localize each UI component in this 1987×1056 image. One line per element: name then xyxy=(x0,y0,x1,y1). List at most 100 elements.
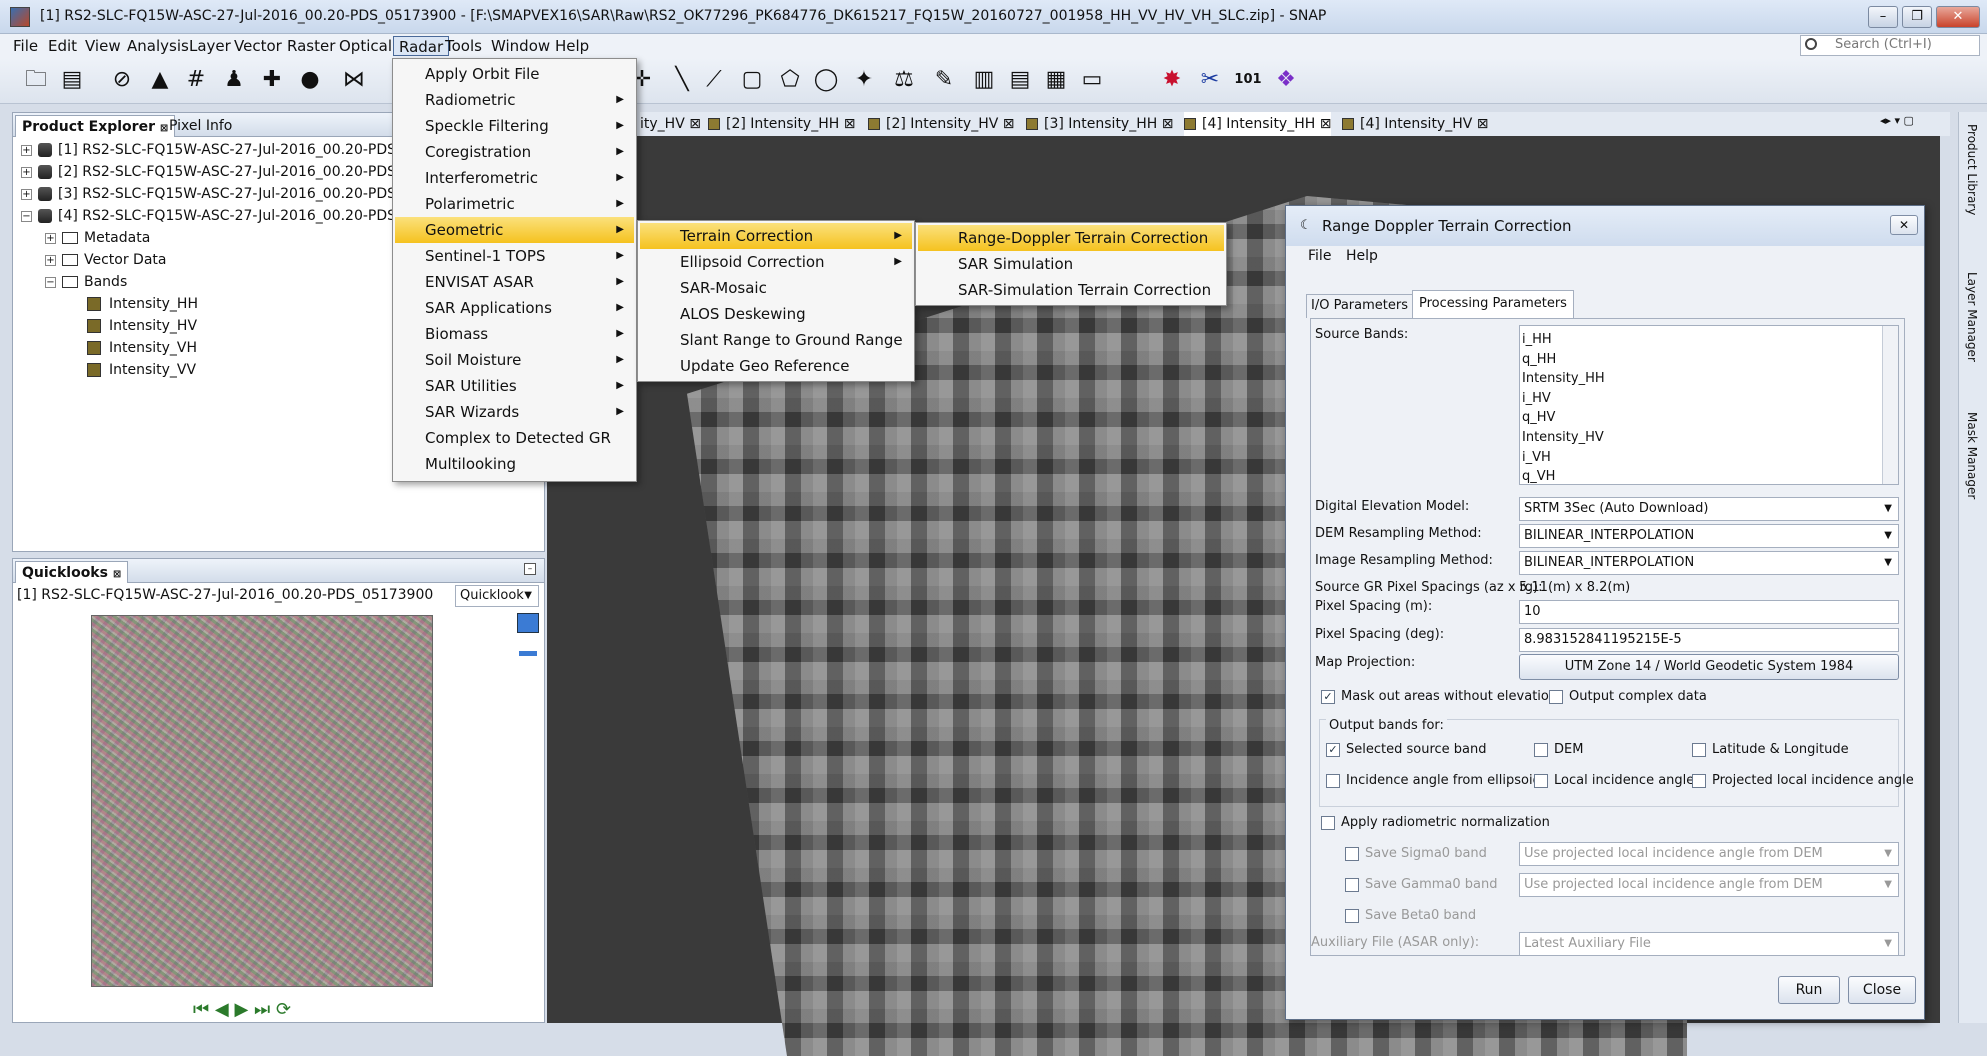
dem-checkbox[interactable]: DEM xyxy=(1534,742,1583,757)
side-tab-mask-manager[interactable]: Mask Manager xyxy=(1965,412,1979,499)
dialog-menu-file[interactable]: File xyxy=(1308,248,1331,264)
doc-tab-4-hh[interactable]: [4] Intensity_HH ⊠ xyxy=(1184,112,1332,136)
pin-icon[interactable]: ♟ xyxy=(220,66,248,94)
menu-vector[interactable]: Vector xyxy=(229,36,287,56)
tree-band-intensity-hv[interactable]: Intensity_HV xyxy=(87,315,197,337)
subset-icon[interactable]: ▲ xyxy=(146,66,174,94)
map-projection-button[interactable]: UTM Zone 14 / World Geodetic System 1984 xyxy=(1519,654,1899,680)
menu-tools[interactable]: Tools xyxy=(440,36,487,56)
list-item[interactable]: i_VH xyxy=(1522,448,1605,468)
apply-radiometric-checkbox[interactable]: Apply radiometric normalization xyxy=(1321,815,1550,830)
menu-envisat-asar[interactable]: ENVISAT ASAR ▶ xyxy=(395,269,634,295)
menu-complex-to-detected-gr[interactable]: Complex to Detected GR xyxy=(395,425,634,451)
maximize-button[interactable]: ❐ xyxy=(1902,6,1932,28)
menu-update-geo-reference[interactable]: Update Geo Reference xyxy=(640,353,912,379)
local-incidence-checkbox[interactable]: Local incidence angle xyxy=(1534,773,1694,788)
ellipse-tool-icon[interactable]: ◯ xyxy=(812,66,840,94)
menu-coregistration[interactable]: Coregistration ▶ xyxy=(395,139,634,165)
tab-quicklooks[interactable]: Quicklooks ⊠ xyxy=(15,561,129,583)
rectangle-tool-icon[interactable]: ▢ xyxy=(738,66,766,94)
gamma0-select[interactable]: Use projected local incidence angle from… xyxy=(1519,873,1899,897)
pixel-spacing-m-field[interactable]: 10 xyxy=(1519,600,1899,624)
dem-select[interactable]: SRTM 3Sec (Auto Download) ▼ xyxy=(1519,497,1899,521)
doc-tab-3-hh[interactable]: [3] Intensity_HH ⊠ xyxy=(1026,112,1173,136)
menu-range-doppler-terrain-correction[interactable]: Range-Doppler Terrain Correction xyxy=(918,225,1224,251)
list-item[interactable]: q_VH xyxy=(1522,467,1605,487)
menu-sar-simulation[interactable]: SAR Simulation xyxy=(918,251,1224,277)
save-product-icon[interactable]: ▤ xyxy=(58,66,86,94)
tile-vertical-icon[interactable]: ▦ xyxy=(1042,66,1070,94)
menu-speckle-filtering[interactable]: Speckle Filtering ▶ xyxy=(395,113,634,139)
tree-band-intensity-vh[interactable]: Intensity_VH xyxy=(87,337,197,359)
range-finder-icon[interactable]: ⚖ xyxy=(890,66,918,94)
menu-alos-deskewing[interactable]: ALOS Deskewing xyxy=(640,301,912,327)
aux-file-select[interactable]: Latest Auxiliary File ▼ xyxy=(1519,932,1899,956)
tile-single-icon[interactable]: ▭ xyxy=(1078,66,1106,94)
minimize-panel-icon[interactable]: – xyxy=(524,563,536,575)
scissors-icon[interactable]: ✂ xyxy=(1196,66,1224,94)
menu-ellipsoid-correction[interactable]: Ellipsoid Correction ▶ xyxy=(640,249,912,275)
image-resampling-select[interactable]: BILINEAR_INTERPOLATION ▼ xyxy=(1519,551,1899,575)
tree-band-intensity-hh[interactable]: Intensity_HH xyxy=(87,293,198,315)
menu-view[interactable]: View xyxy=(80,36,126,56)
doc-tab-partial[interactable]: ity_HV ⊠ xyxy=(640,112,701,136)
tile-horizontal-icon[interactable]: ▤ xyxy=(1006,66,1034,94)
menu-interferometric[interactable]: Interferometric ▶ xyxy=(395,165,634,191)
list-item[interactable]: q_HH xyxy=(1522,350,1605,370)
graticule-icon[interactable]: # xyxy=(182,66,210,94)
list-item[interactable]: i_HV xyxy=(1522,389,1605,409)
menu-optical[interactable]: Optical xyxy=(334,36,397,56)
menu-window[interactable]: Window xyxy=(486,36,555,56)
list-item[interactable]: Intensity_HH xyxy=(1522,369,1605,389)
polyline-tool-icon[interactable]: ⟋ xyxy=(700,66,728,94)
side-tab-product-library[interactable]: Product Library xyxy=(1965,124,1979,215)
polygon-tool-icon[interactable]: ⬠ xyxy=(776,66,804,94)
tree-product-3[interactable]: + [3] RS2-SLC-FQ15W-ASC-27-Jul-2016_00.20… xyxy=(21,183,430,205)
menu-sar-applications[interactable]: SAR Applications ▶ xyxy=(395,295,634,321)
list-item[interactable]: Intensity_HV xyxy=(1522,428,1605,448)
run-button[interactable]: Run xyxy=(1778,976,1840,1004)
lat-lon-checkbox[interactable]: Latitude & Longitude xyxy=(1692,742,1849,757)
menu-file[interactable]: File xyxy=(8,36,43,56)
tree-vector-data[interactable]: + Vector Data xyxy=(45,249,167,271)
menu-radiometric[interactable]: Radiometric ▶ xyxy=(395,87,634,113)
tree-bands[interactable]: − Bands xyxy=(45,271,127,293)
graph-builder-icon[interactable]: ⋈ xyxy=(340,66,368,94)
menu-slant-range-to-ground[interactable]: Slant Range to Ground Range xyxy=(640,327,912,353)
menu-help[interactable]: Help xyxy=(550,36,594,56)
menu-biomass[interactable]: Biomass ▶ xyxy=(395,321,634,347)
tile-evenly-icon[interactable]: ▥ xyxy=(970,66,998,94)
close-window-button[interactable]: ✕ xyxy=(1936,6,1980,28)
menu-sar-mosaic[interactable]: SAR-Mosaic xyxy=(640,275,912,301)
quicklook-dropdown[interactable]: Quicklook ▼ xyxy=(455,585,539,607)
menu-soil-moisture[interactable]: Soil Moisture ▶ xyxy=(395,347,634,373)
source-bands-scrollbar[interactable] xyxy=(1882,326,1898,484)
close-button[interactable]: Close xyxy=(1848,976,1916,1004)
save-gamma0-checkbox[interactable]: Save Gamma0 band xyxy=(1345,877,1498,892)
menu-sar-simulation-terrain-correction[interactable]: SAR-Simulation Terrain Correction xyxy=(918,277,1224,303)
line-tool-icon[interactable]: ╲ xyxy=(668,66,696,94)
menu-sentinel1-tops[interactable]: Sentinel-1 TOPS ▶ xyxy=(395,243,634,269)
band-maths-icon[interactable]: ⊘ xyxy=(108,66,136,94)
mask-icon[interactable]: ● xyxy=(296,66,324,94)
list-item[interactable]: i_HH xyxy=(1522,330,1605,350)
side-tab-layer-manager[interactable]: Layer Manager xyxy=(1965,272,1979,362)
doc-tab-2-hh[interactable]: [2] Intensity_HH ⊠ xyxy=(708,112,855,136)
tree-product-4[interactable]: − [4] RS2-SLC-FQ15W-ASC-27-Jul-2016_00.20… xyxy=(21,205,430,227)
collapse-icon[interactable] xyxy=(519,651,537,656)
doc-tab-4-hv[interactable]: [4] Intensity_HV ⊠ xyxy=(1342,112,1489,136)
sigma0-select[interactable]: Use projected local incidence angle from… xyxy=(1519,842,1899,866)
menu-sar-wizards[interactable]: SAR Wizards ▶ xyxy=(395,399,634,425)
menu-raster[interactable]: Raster xyxy=(282,36,340,56)
save-sigma0-checkbox[interactable]: Save Sigma0 band xyxy=(1345,846,1487,861)
draw-icon[interactable]: ✎ xyxy=(930,66,958,94)
menu-polarimetric[interactable]: Polarimetric ▶ xyxy=(395,191,634,217)
menu-apply-orbit-file[interactable]: Apply Orbit File xyxy=(395,61,634,87)
gcp-icon[interactable]: ✚ xyxy=(258,66,286,94)
binary-icon[interactable]: 101 xyxy=(1234,66,1262,94)
menu-geometric[interactable]: Geometric ▶ xyxy=(395,217,634,243)
tree-metadata[interactable]: + Metadata xyxy=(45,227,150,249)
projected-local-incidence-checkbox[interactable]: Projected local incidence angle xyxy=(1692,773,1914,788)
minimize-button[interactable]: – xyxy=(1868,6,1898,28)
tab-io-parameters[interactable]: I/O Parameters xyxy=(1306,294,1413,318)
